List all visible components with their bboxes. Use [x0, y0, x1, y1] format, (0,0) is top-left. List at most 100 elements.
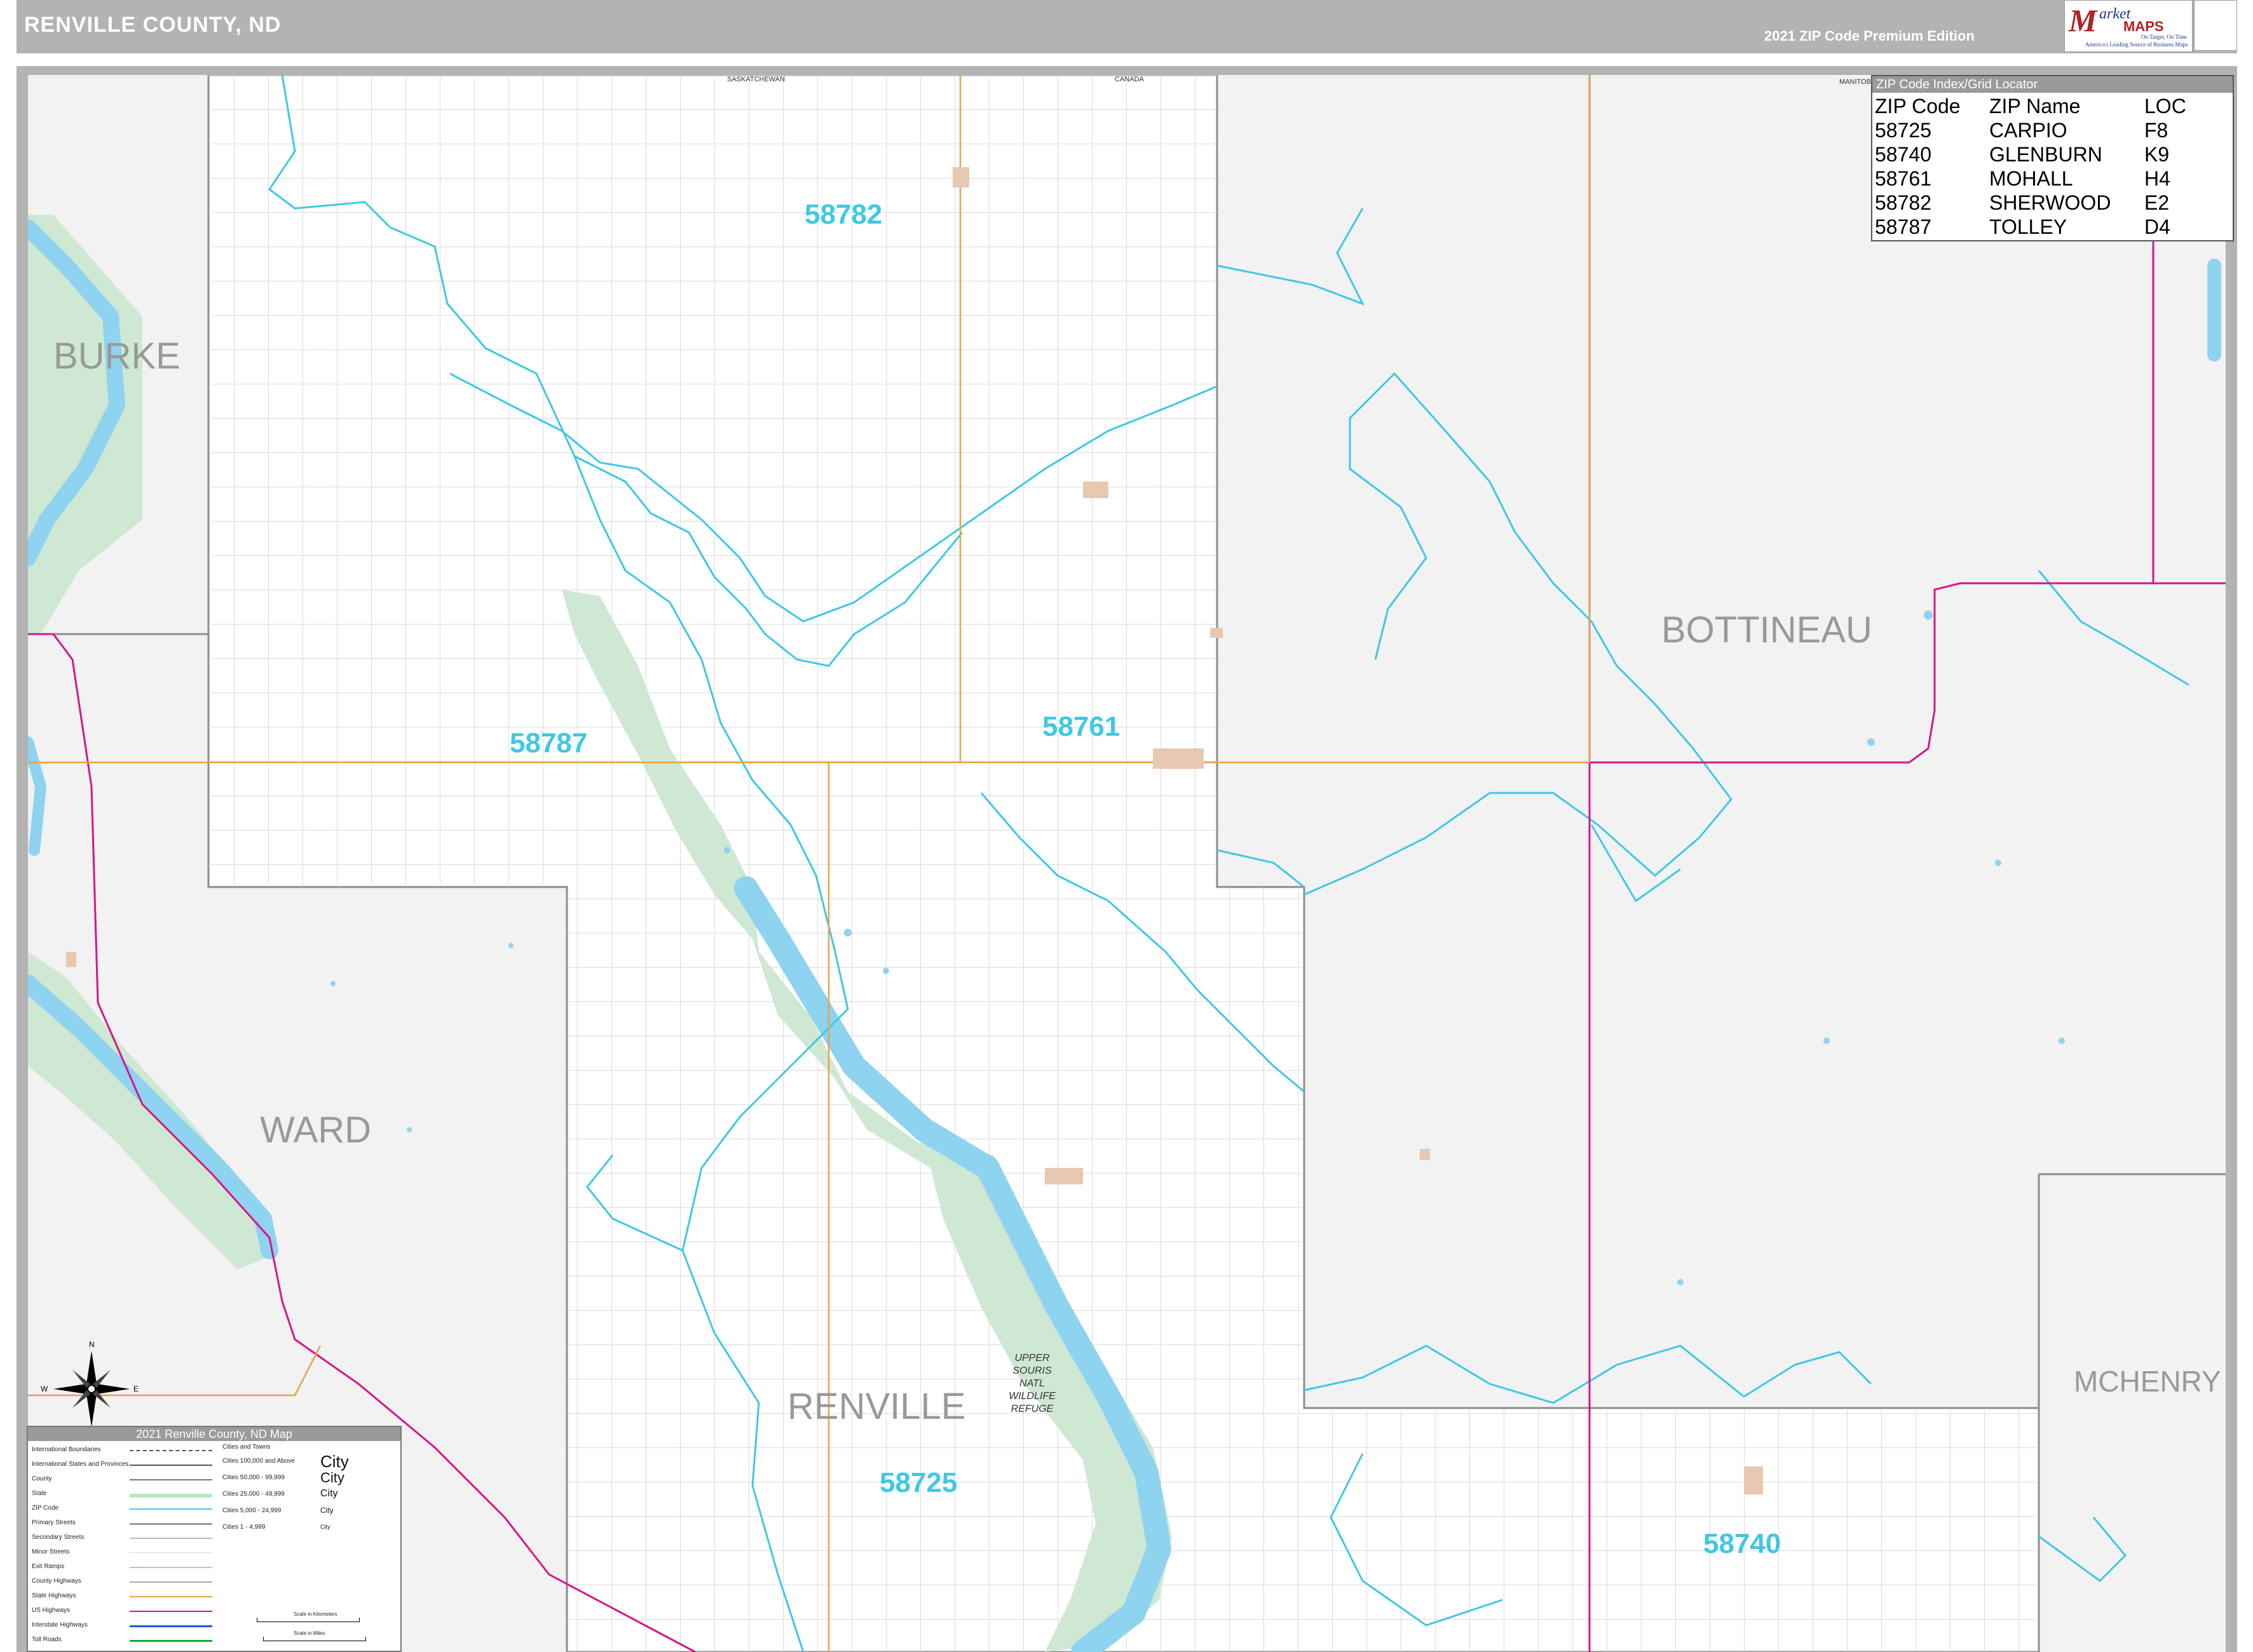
- legend-item-swatch: [130, 1465, 212, 1466]
- legend-item-label: State Highways: [32, 1592, 76, 1599]
- page-title: RENVILLE COUNTY, ND: [24, 13, 282, 37]
- refuge-label-line: NATL: [1019, 1378, 1045, 1389]
- legend-item-swatch: [130, 1640, 212, 1642]
- refuge-label-line: REFUGE: [1011, 1404, 1054, 1414]
- table-row: 58787 TOLLEY D4: [1875, 215, 2221, 239]
- border-label-saskatchewan: SASKATCHEWAN: [727, 76, 785, 83]
- legend-item-label: ZIP Code: [32, 1505, 59, 1512]
- legend-item-label: Minor Streets: [32, 1548, 70, 1555]
- compass-n: N: [89, 1340, 95, 1349]
- table-row: 58725 CARPIO F8: [1875, 118, 2221, 142]
- legend-item-label: International States and Provinces: [32, 1461, 129, 1468]
- legend-item-swatch: [130, 1538, 212, 1539]
- legend-city-sample: City: [320, 1523, 330, 1530]
- legend-city-sample: City: [320, 1452, 349, 1471]
- legend-item-swatch: [130, 1508, 212, 1510]
- legend-title: 2021 Renville County, ND Map: [28, 1427, 400, 1441]
- legend-item-swatch: [130, 1494, 212, 1498]
- grid-column-label: G: [1049, 75, 1054, 76]
- legend-item-label: Interstate Highways: [32, 1622, 88, 1628]
- zip-cell: 58740: [1875, 143, 1931, 166]
- zip-cell: 58725: [1875, 119, 1931, 142]
- table-row: 58761 MOHALL H4: [1875, 166, 2221, 191]
- grid-column-label: D: [578, 75, 583, 76]
- legend-item-label: Secondary Streets: [32, 1534, 85, 1541]
- county-label-renville: RENVILLE: [787, 1386, 965, 1427]
- legend-item-swatch: [130, 1611, 212, 1612]
- legend-scale-mi: Scale in Miles: [294, 1630, 325, 1636]
- map-canvas[interactable]: AABBCCDDEEFFGGHHIIJJKKLLMMNN 11223344556…: [28, 75, 2226, 1652]
- loc-cell: F8: [2144, 119, 2168, 142]
- grid-column-label: F: [892, 75, 896, 76]
- county-label-burke: BURKE: [53, 335, 180, 377]
- logo-tagline: On Target, On Time: [2141, 34, 2188, 40]
- logo-maps: MAPS: [2123, 18, 2164, 34]
- zip-label-58725: 58725: [880, 1467, 957, 1498]
- compass-e: E: [133, 1385, 139, 1393]
- table-row: 58782 SHERWOOD E2: [1875, 191, 2221, 215]
- legend-item-label: Toll Roads: [32, 1636, 62, 1643]
- compass-w: W: [41, 1385, 48, 1393]
- name-cell: SHERWOOD: [1989, 191, 2111, 214]
- legend-item-label: Exit Ramps: [32, 1563, 65, 1570]
- legend-item-swatch: [130, 1567, 212, 1568]
- refuge-label-line: UPPER: [1014, 1353, 1050, 1364]
- legend-item-label: Primary Streets: [32, 1519, 76, 1526]
- edition-label: 2021 ZIP Code Premium Edition: [1764, 28, 1975, 44]
- loc-cell: H4: [2144, 167, 2170, 190]
- zip-cell: 58787: [1875, 215, 1931, 238]
- zip-label-58740: 58740: [1703, 1528, 1781, 1559]
- name-cell: MOHALL: [1989, 167, 2073, 190]
- county-label-bottineau: BOTTINEAU: [1661, 609, 1872, 651]
- legend-item-swatch: [130, 1523, 212, 1525]
- grid-column-label: B: [264, 75, 268, 76]
- zip-index-title: ZIP Code Index/Grid Locator: [1872, 76, 2233, 93]
- grid-column-label: H: [1206, 75, 1211, 76]
- legend-city-label: Cities 100,000 and Above: [222, 1458, 295, 1465]
- refuge-label-line: WILDLIFE: [1009, 1391, 1056, 1402]
- zip-index-col-loc: LOC: [2144, 95, 2186, 118]
- legend-scale-km: Scale in Kilometers: [294, 1611, 337, 1617]
- loc-cell: D4: [2144, 215, 2170, 238]
- map-frame: AABBCCDDEEFFGGHHIIJJKKLLMMNN 11223344556…: [17, 66, 2237, 1652]
- legend-item-swatch: [130, 1625, 212, 1627]
- legend-item-label: County: [32, 1475, 52, 1482]
- header-bar: RENVILLE COUNTY, ND 2021 ZIP Code Premiu…: [17, 0, 2237, 53]
- name-cell: GLENBURN: [1989, 143, 2102, 166]
- zip-label-58782: 58782: [805, 199, 882, 230]
- zip-label-58787: 58787: [510, 728, 587, 759]
- zip-index-col-zip: ZIP Code: [1875, 95, 1961, 118]
- name-cell: TOLLEY: [1989, 215, 2067, 238]
- grid-column-label: J: [1520, 75, 1523, 76]
- logo-m: M: [2069, 3, 2097, 38]
- legend-item-swatch: [130, 1450, 212, 1451]
- grid-column-label: A: [107, 75, 112, 76]
- legend-city-label: Cities 1 - 4,999: [222, 1524, 266, 1531]
- loc-cell: K9: [2144, 143, 2170, 166]
- legend-item-swatch: [130, 1552, 212, 1553]
- legend-item-label: County Highways: [32, 1578, 81, 1585]
- zip-index-table: ZIP Code ZIP Name LOC 58725 CARPIO F8 58…: [1875, 94, 2221, 239]
- name-cell: CARPIO: [1989, 119, 2067, 142]
- logo-contact-box: [2194, 0, 2237, 51]
- legend-city-label: Cities 25,000 - 49,999: [222, 1491, 285, 1498]
- legend-item-label: International Boundaries: [32, 1446, 101, 1453]
- grid-column-label: C: [421, 75, 426, 76]
- market-maps-logo: M arket MAPS On Target, On Time America'…: [2064, 0, 2193, 52]
- logo-tagline-2: America's Leading Source of Business Map…: [2085, 41, 2188, 48]
- scale-bar-km: [257, 1618, 360, 1622]
- zip-index-col-name: ZIP Name: [1989, 95, 2081, 118]
- legend-item-swatch: [130, 1596, 212, 1597]
- loc-cell: E2: [2144, 191, 2170, 214]
- legend-city-label: Cities 50,000 - 99,999: [222, 1474, 285, 1481]
- border-label-canada: CANADA: [1115, 76, 1145, 83]
- legend-item-swatch: [130, 1581, 212, 1583]
- refuge-label-line: SOURIS: [1012, 1365, 1052, 1376]
- legend-item-label: State: [32, 1490, 47, 1497]
- scale-bar-mi: [263, 1637, 366, 1641]
- zip-label-58761: 58761: [1042, 711, 1120, 742]
- zip-cell: 58782: [1875, 191, 1931, 214]
- zip-code-index: ZIP Code Index/Grid Locator ZIP Code ZIP…: [1871, 75, 2234, 241]
- zip-cell: 58761: [1875, 167, 1931, 190]
- legend-cities-header: Cities and Towns: [222, 1444, 271, 1451]
